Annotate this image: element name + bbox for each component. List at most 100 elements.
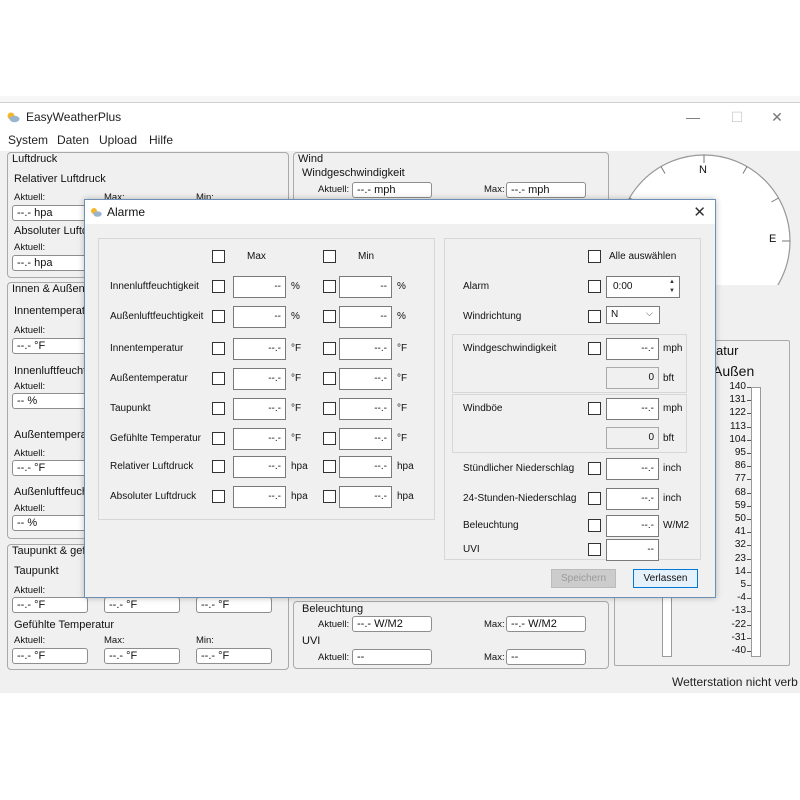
alarm-row-min-input[interactable]: --.- <box>339 338 392 360</box>
rel-pressure-label: Relativer Luftdruck <box>14 173 106 185</box>
alarm-row-label: Innentemperatur <box>110 343 184 354</box>
windspeed-checkbox[interactable] <box>588 342 601 355</box>
outdoor-hum-field: -- % <box>12 515 88 531</box>
alarm-row-max-checkbox[interactable] <box>212 432 225 445</box>
alarm-row-min-unit: hpa <box>397 461 414 472</box>
alarm-row-min-checkbox[interactable] <box>323 280 336 293</box>
exit-button[interactable]: Verlassen <box>633 569 698 588</box>
alarm-row-max-checkbox[interactable] <box>212 372 225 385</box>
alarm-row-max-checkbox[interactable] <box>212 310 225 323</box>
save-button[interactable]: Speichern <box>551 569 616 588</box>
alarm-row-min-input[interactable]: --.- <box>339 428 392 450</box>
gust-input[interactable]: --.- <box>606 398 659 420</box>
alarm-row-min-checkbox[interactable] <box>323 310 336 323</box>
alarm-row-min-input[interactable]: --.- <box>339 486 392 508</box>
dewpoint-min-field: --.- °F <box>196 597 272 613</box>
menu-system[interactable]: System <box>8 133 48 147</box>
select-all-checkbox[interactable] <box>588 250 601 263</box>
menu-bar: System Daten Upload Hilfe <box>0 131 800 151</box>
light-aktuell: Aktuell: <box>318 619 350 630</box>
alarm-row-min-input[interactable]: -- <box>339 276 392 298</box>
alarm-row-max-unit: % <box>291 311 300 322</box>
dialog-title: Alarme <box>107 205 146 219</box>
thermo-tick-mark <box>747 413 751 415</box>
alarm-row-max-checkbox[interactable] <box>212 402 225 415</box>
dewpoint-max-field: --.- °F <box>104 597 180 613</box>
alarm-row-min-input[interactable]: --.- <box>339 368 392 390</box>
wind-header: Wind <box>298 153 324 165</box>
alarm-row-max-input[interactable]: --.- <box>233 338 286 360</box>
alarm-row-min-input[interactable]: --.- <box>339 398 392 420</box>
menu-upload[interactable]: Upload <box>99 133 137 147</box>
alarm-row-max-input[interactable]: --.- <box>233 368 286 390</box>
minimize-button[interactable]: — <box>678 107 708 127</box>
indoor-hum-label: Innenluftfeucht <box>14 365 87 377</box>
alarm-row-max-checkbox[interactable] <box>212 342 225 355</box>
outdoor-temp-label: Außentempera <box>14 429 87 441</box>
windspeed-bft-field: 0 <box>606 367 659 389</box>
winddir-label: Windrichtung <box>463 311 522 322</box>
maximize-button[interactable]: ☐ <box>722 107 752 127</box>
feels-max-field: --.- °F <box>104 648 180 664</box>
alarm-row-min-checkbox[interactable] <box>323 402 336 415</box>
thermo-tick-mark <box>747 466 751 468</box>
rain-hour-unit: inch <box>663 463 682 474</box>
max-all-checkbox[interactable] <box>212 250 225 263</box>
alarm-row-min-checkbox[interactable] <box>323 490 336 503</box>
winddir-checkbox[interactable] <box>588 310 601 323</box>
light-input[interactable]: --.- <box>606 515 659 537</box>
rain-hour-checkbox[interactable] <box>588 462 601 475</box>
alarm-row-min-input[interactable]: -- <box>339 306 392 328</box>
rain-day-checkbox[interactable] <box>588 492 601 505</box>
menu-daten[interactable]: Daten <box>57 133 89 147</box>
dewpoint-label: Taupunkt <box>14 565 59 577</box>
alarm-row-max-input[interactable]: --.- <box>233 398 286 420</box>
uvi-label: UVI <box>302 635 321 647</box>
dialog-close-icon[interactable]: ✕ <box>693 203 706 221</box>
alarm-row-max-checkbox[interactable] <box>212 460 225 473</box>
max-header: Max <box>247 251 266 262</box>
rain-day-input[interactable]: --.- <box>606 488 659 510</box>
uvi-checkbox[interactable] <box>588 543 601 556</box>
alarm-row-max-input[interactable]: --.- <box>233 486 286 508</box>
alarm-row-min-checkbox[interactable] <box>323 372 336 385</box>
feels-aktuell: Aktuell: <box>14 635 46 646</box>
alarm-row-max-input[interactable]: -- <box>233 306 286 328</box>
alarm-row-min-checkbox[interactable] <box>323 432 336 445</box>
alarm-row-min-checkbox[interactable] <box>323 342 336 355</box>
menu-hilfe[interactable]: Hilfe <box>149 133 173 147</box>
alarm-row-min-unit: % <box>397 311 406 322</box>
alarm-row-max-input[interactable]: --.- <box>233 456 286 478</box>
alarm-row-min-input[interactable]: --.- <box>339 456 392 478</box>
thermo-tick-label: 59 <box>734 499 746 511</box>
indoor-temp-label: Innentemperat <box>14 305 85 317</box>
alarm-row-min-checkbox[interactable] <box>323 460 336 473</box>
alarm-row-min-unit: °F <box>397 373 408 384</box>
title-bar: EasyWeatherPlus — ☐ ✕ <box>0 103 800 131</box>
thermo-tick-mark <box>747 651 751 652</box>
alarm-row-max-unit: °F <box>291 433 302 444</box>
alarm-row-min-unit: °F <box>397 403 408 414</box>
alarm-row-max-input[interactable]: --.- <box>233 428 286 450</box>
gust-checkbox[interactable] <box>588 402 601 415</box>
thermo-title: atur <box>716 343 739 358</box>
light-max-label: Max: <box>484 619 505 630</box>
min-all-checkbox[interactable] <box>323 250 336 263</box>
uvi-field: -- <box>352 649 432 665</box>
thermo-tick-mark <box>747 453 751 454</box>
alarm-row-max-unit: °F <box>291 403 302 414</box>
chevron-down-icon: ⌵ <box>646 308 653 318</box>
windspeed-alarm-label: Windgeschwindigkeit <box>463 343 557 354</box>
uvi-input[interactable]: -- <box>606 539 659 561</box>
close-button[interactable]: ✕ <box>762 107 792 127</box>
feels-label: Gefühlte Temperatur <box>14 619 115 631</box>
alarm-row-max-checkbox[interactable] <box>212 280 225 293</box>
rain-hour-input[interactable]: --.- <box>606 458 659 480</box>
alarm-row-max-input[interactable]: -- <box>233 276 286 298</box>
light-checkbox[interactable] <box>588 519 601 532</box>
alarm-row-max-checkbox[interactable] <box>212 490 225 503</box>
thermo-tick-label: 140 <box>729 381 746 392</box>
spinner-arrows-icon[interactable]: ▲ ▼ <box>666 278 678 296</box>
windspeed-input[interactable]: --.- <box>606 338 659 360</box>
alarm-time-checkbox[interactable] <box>588 280 601 293</box>
